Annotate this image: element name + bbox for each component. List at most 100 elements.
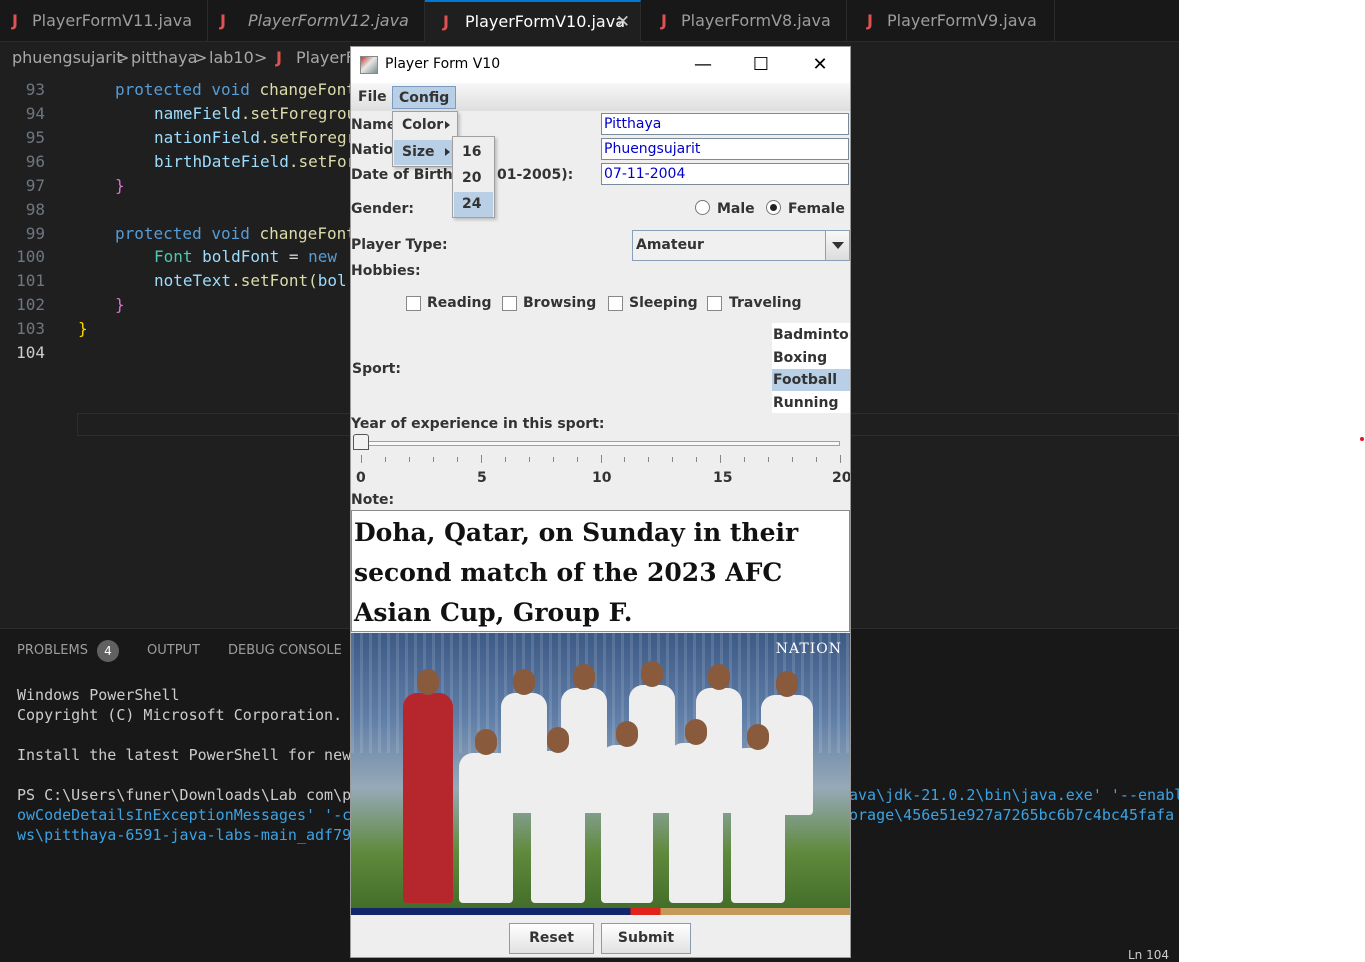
chevron-right-icon xyxy=(445,121,450,129)
player-figure xyxy=(531,727,585,903)
male-radio[interactable] xyxy=(695,200,710,215)
player-head xyxy=(417,669,439,695)
browsing-checkbox[interactable] xyxy=(502,296,517,311)
menu-item-size-16[interactable]: 16 xyxy=(454,140,493,165)
traveling-checkbox[interactable] xyxy=(707,296,722,311)
tab-problems[interactable]: PROBLEMS xyxy=(17,643,88,658)
line-number: 103 xyxy=(16,319,45,338)
tab-playerformv8[interactable]: J PlayerFormV8.java xyxy=(641,0,847,42)
slider-tick xyxy=(648,457,650,462)
list-item-selected[interactable]: Football xyxy=(772,369,850,391)
code-token: birthDateField xyxy=(154,152,289,171)
breadcrumb-item[interactable]: lab10 xyxy=(209,43,254,73)
code-token: protected xyxy=(115,224,202,243)
maximize-button[interactable]: ☐ xyxy=(746,52,776,78)
code-line-95: nationField.setForegr xyxy=(154,128,356,147)
tab-playerformv12[interactable]: J PlayerFormV12.java xyxy=(208,0,425,42)
menu-bar: File Config xyxy=(351,83,850,111)
java-file-icon: J xyxy=(443,12,449,31)
line-number: 97 xyxy=(25,176,45,195)
slider-tick-label: 15 xyxy=(713,470,733,486)
window-title-bar[interactable]: Player Form V10 — ☐ ✕ xyxy=(351,47,850,83)
experience-label: Year of experience in this sport: xyxy=(351,416,605,432)
terminal-line: PS C:\Users\funer\Downloads\Lab com\p xyxy=(17,786,352,804)
reading-checkbox[interactable] xyxy=(406,296,421,311)
tab-label: PlayerFormV9.java xyxy=(887,11,1037,30)
breadcrumb-item[interactable]: pitthaya xyxy=(131,43,197,73)
line-number: 102 xyxy=(16,295,45,314)
slider-tick xyxy=(768,457,770,462)
player-form-window: Player Form V10 — ☐ ✕ File Config Name N… xyxy=(350,46,851,958)
player-head xyxy=(776,671,798,697)
name-field[interactable]: Pitthaya xyxy=(601,113,849,135)
tab-label: PlayerFormV11.java xyxy=(32,11,193,30)
reset-button[interactable]: Reset xyxy=(509,923,594,954)
line-number: 99 xyxy=(25,224,45,243)
close-icon[interactable]: ✕ xyxy=(616,2,630,42)
male-label[interactable]: Male xyxy=(717,201,755,217)
code-line-103: } xyxy=(78,319,88,338)
list-item[interactable]: Boxing xyxy=(772,347,850,369)
code-token: void xyxy=(211,80,250,99)
code-token: changeFont xyxy=(259,224,356,243)
sleeping-label[interactable]: Sleeping xyxy=(629,295,698,311)
breadcrumb-item[interactable]: phuengsujarit xyxy=(12,43,123,73)
dob-label-tail: 01-2005): xyxy=(497,167,574,183)
browsing-label[interactable]: Browsing xyxy=(523,295,596,311)
java-file-icon: J xyxy=(276,48,282,67)
experience-slider-track[interactable] xyxy=(360,441,840,446)
sport-list[interactable]: Badminton Boxing Football Running xyxy=(772,323,850,413)
close-button[interactable]: ✕ xyxy=(805,52,835,78)
player-figure xyxy=(731,724,785,903)
minimize-button[interactable]: — xyxy=(688,52,718,78)
chevron-down-icon[interactable] xyxy=(825,231,849,260)
code-line-96: birthDateField.setFor xyxy=(154,152,356,171)
name-label: Name xyxy=(351,117,397,133)
player-type-combobox[interactable]: Amateur xyxy=(632,230,850,261)
list-item[interactable]: Running xyxy=(772,392,850,414)
slider-tick-label: 0 xyxy=(356,470,366,486)
slider-tick xyxy=(432,457,434,462)
tab-playerformv9[interactable]: J PlayerFormV9.java xyxy=(847,0,1055,42)
cursor-dot xyxy=(1360,437,1364,441)
sleeping-checkbox[interactable] xyxy=(608,296,623,311)
note-textarea[interactable]: Doha, Qatar, on Sunday in their second m… xyxy=(351,510,850,632)
status-line-indicator[interactable]: Ln 104 xyxy=(1128,948,1169,962)
slider-tick xyxy=(528,457,530,462)
player-type-value: Amateur xyxy=(636,237,704,253)
slider-tick xyxy=(384,457,386,462)
player-head xyxy=(747,724,769,750)
menu-item-size-20[interactable]: 20 xyxy=(454,166,493,191)
tab-playerformv11[interactable]: J PlayerFormV11.java xyxy=(0,0,208,42)
menu-config[interactable]: Config xyxy=(392,86,457,109)
nation-logo: NATION xyxy=(775,641,842,657)
tab-playerformv10[interactable]: J PlayerFormV10.java ✕ xyxy=(425,0,641,42)
code-token: new xyxy=(308,247,338,266)
player-type-label: Player Type: xyxy=(351,237,448,253)
menu-item-color[interactable]: Color xyxy=(394,113,456,138)
submit-button[interactable]: Submit xyxy=(601,923,691,954)
female-label[interactable]: Female xyxy=(788,201,845,217)
reading-label[interactable]: Reading xyxy=(427,295,492,311)
slider-tick xyxy=(456,457,458,462)
list-item[interactable]: Badminton xyxy=(772,324,850,346)
nation-field[interactable]: Phuengsujarit xyxy=(601,138,849,160)
menu-item-size[interactable]: Size xyxy=(394,140,456,165)
tab-debug-console[interactable]: DEBUG CONSOLE xyxy=(228,643,342,658)
slider-tick xyxy=(720,455,722,463)
code-line-100: Font boldFont = new xyxy=(154,247,337,266)
line-number: 98 xyxy=(25,200,45,219)
dob-field[interactable]: 07-11-2004 xyxy=(601,163,849,185)
tab-output[interactable]: OUTPUT xyxy=(147,643,200,658)
gender-label: Gender: xyxy=(351,201,414,217)
tab-label: PlayerFormV8.java xyxy=(681,11,831,30)
dob-label: Date of Birth ( xyxy=(351,167,465,183)
menu-file[interactable]: File xyxy=(352,86,393,109)
breadcrumb-item[interactable]: PlayerF xyxy=(296,43,355,73)
experience-slider-thumb[interactable] xyxy=(353,434,369,450)
traveling-label[interactable]: Traveling xyxy=(729,295,802,311)
female-radio[interactable] xyxy=(766,200,781,215)
config-menu-popup: Color Size xyxy=(392,111,458,167)
menu-item-size-24[interactable]: 24 xyxy=(454,192,493,217)
player-head xyxy=(708,664,730,690)
